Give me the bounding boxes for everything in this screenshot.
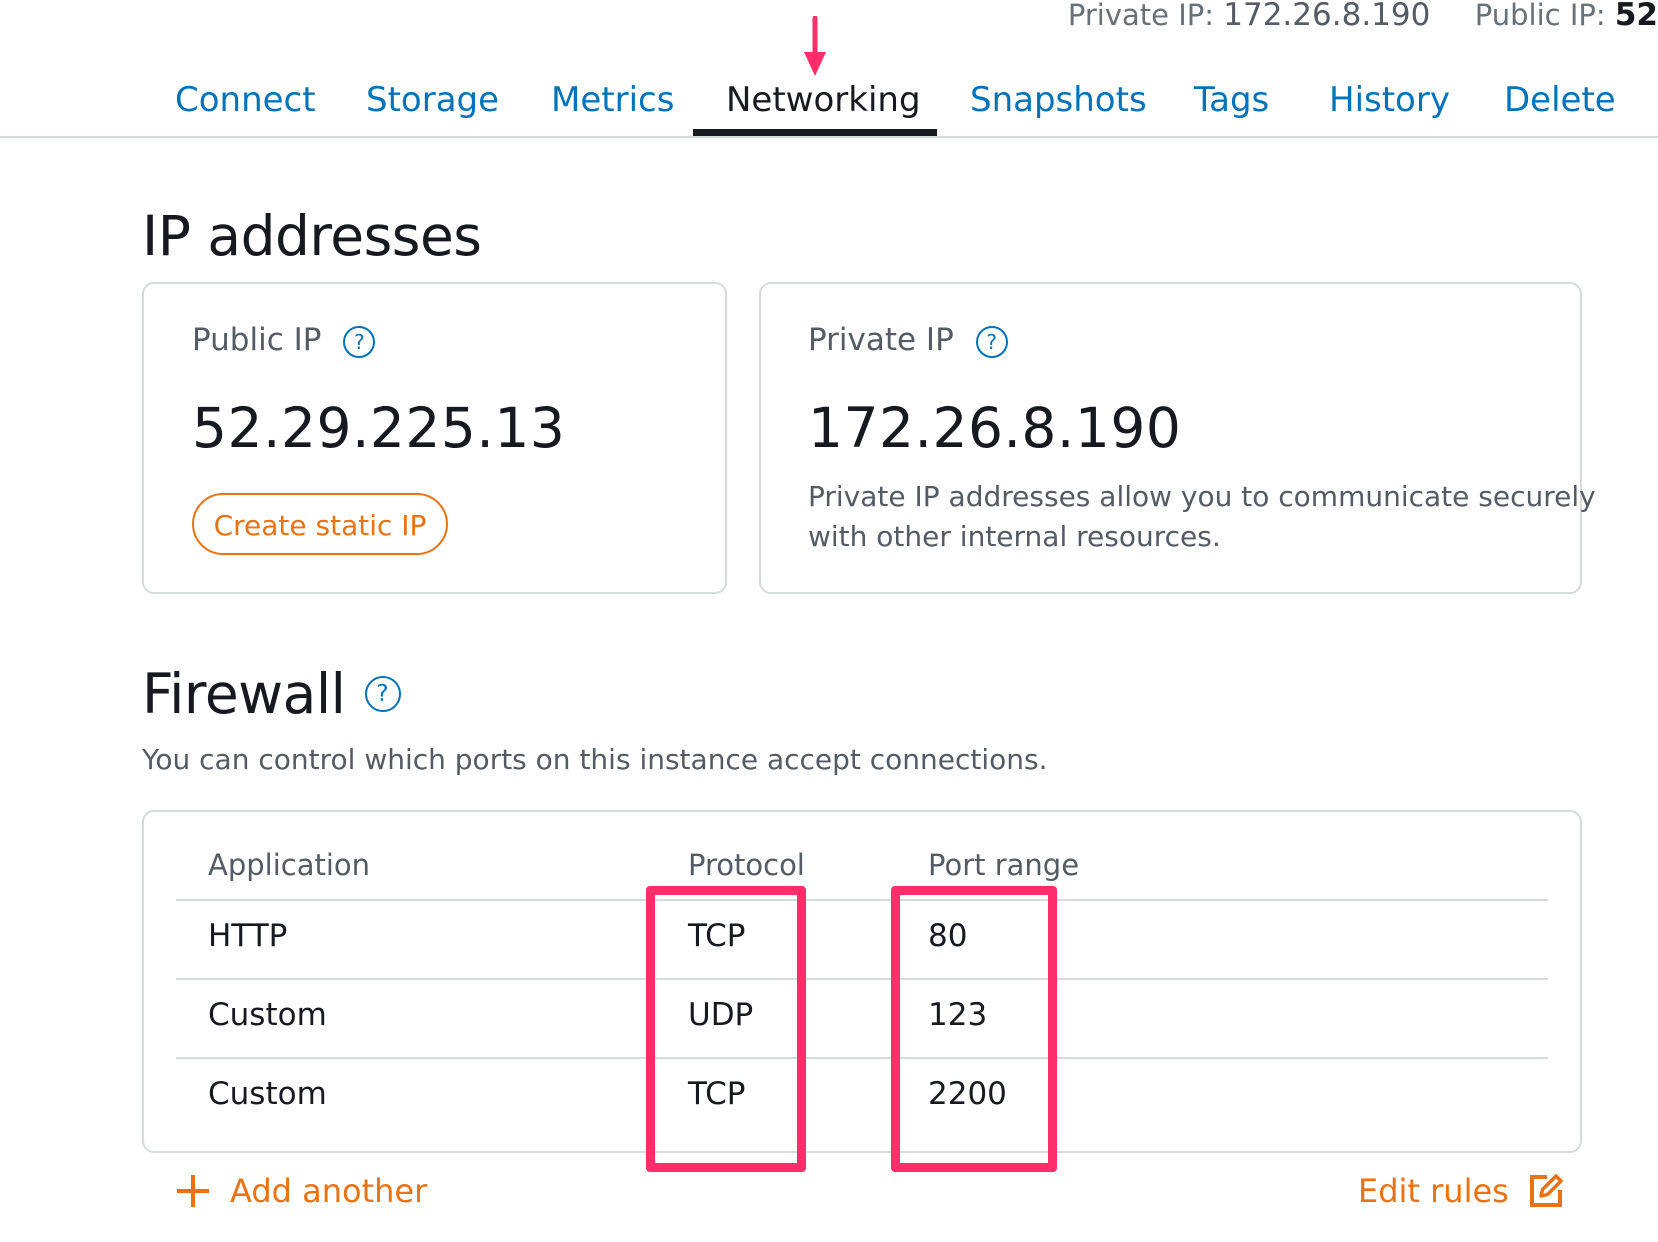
tab-snapshots[interactable]: Snapshots (970, 78, 1147, 122)
edit-rules-link[interactable]: Edit rules (1358, 1172, 1565, 1210)
table-divider (176, 1057, 1548, 1059)
tab-networking[interactable]: Networking (726, 78, 921, 122)
column-header-application: Application (208, 848, 371, 882)
table-row-application: Custom (208, 1076, 327, 1112)
tab-tags[interactable]: Tags (1194, 78, 1269, 122)
create-static-ip-button[interactable]: Create static IP (192, 493, 448, 555)
private-ip-description: Private IP addresses allow you to commun… (808, 477, 1596, 557)
edit-icon (1529, 1174, 1563, 1207)
add-another-label: Add another (230, 1172, 428, 1210)
table-divider (176, 899, 1548, 901)
header-public-ip-label: Public IP: (1474, 0, 1606, 32)
table-row-application: HTTP (208, 918, 288, 954)
instance-ip-summary: Private IP: 172.26.8.190 Public IP: 52 (1068, 0, 1658, 34)
plus-icon (177, 1175, 209, 1207)
question-circle-icon[interactable]: ? (364, 676, 401, 712)
tab-delete[interactable]: Delete (1504, 78, 1616, 122)
port-range-highlight-box (891, 886, 1057, 1172)
firewall-description: You can control which ports on this inst… (142, 743, 1048, 776)
header-public-ip-value: 52 (1614, 0, 1658, 33)
column-header-port-range: Port range (928, 848, 1080, 882)
private-ip-description-line: Private IP addresses allow you to commun… (808, 480, 1596, 513)
question-circle-icon[interactable]: ? (975, 325, 1008, 358)
public-ip-label: Public IP ? (192, 322, 376, 358)
private-ip-label-text: Private IP (808, 322, 954, 358)
private-ip-value: 172.26.8.190 (808, 396, 1182, 460)
public-ip-value: 52.29.225.13 (192, 396, 566, 460)
table-divider (176, 978, 1548, 980)
table-row-application: Custom (208, 997, 327, 1033)
private-ip-label: Private IP ? (808, 322, 1008, 358)
arrow-down-icon (804, 16, 826, 76)
tab-connect[interactable]: Connect (175, 78, 316, 122)
header-private-ip-label: Private IP: (1067, 0, 1215, 32)
protocol-highlight-box (646, 886, 806, 1172)
tab-history[interactable]: History (1329, 78, 1450, 122)
edit-rules-label: Edit rules (1358, 1172, 1509, 1210)
instance-tabs: Connect Storage Metrics Networking Snaps… (0, 70, 1658, 138)
private-ip-description-line: with other internal resources. (808, 520, 1221, 553)
ip-addresses-title: IP addresses (142, 204, 482, 268)
tab-metrics[interactable]: Metrics (551, 78, 674, 122)
firewall-title: Firewall (142, 662, 346, 726)
column-header-protocol: Protocol (688, 848, 805, 882)
add-another-link[interactable]: Add another (174, 1172, 427, 1210)
header-private-ip-value: 172.26.8.190 (1223, 0, 1431, 33)
firewall-heading: Firewall ? (142, 662, 401, 726)
tab-storage[interactable]: Storage (366, 78, 499, 122)
active-tab-indicator (693, 129, 937, 136)
public-ip-label-text: Public IP (192, 322, 322, 358)
question-circle-icon[interactable]: ? (343, 325, 376, 358)
